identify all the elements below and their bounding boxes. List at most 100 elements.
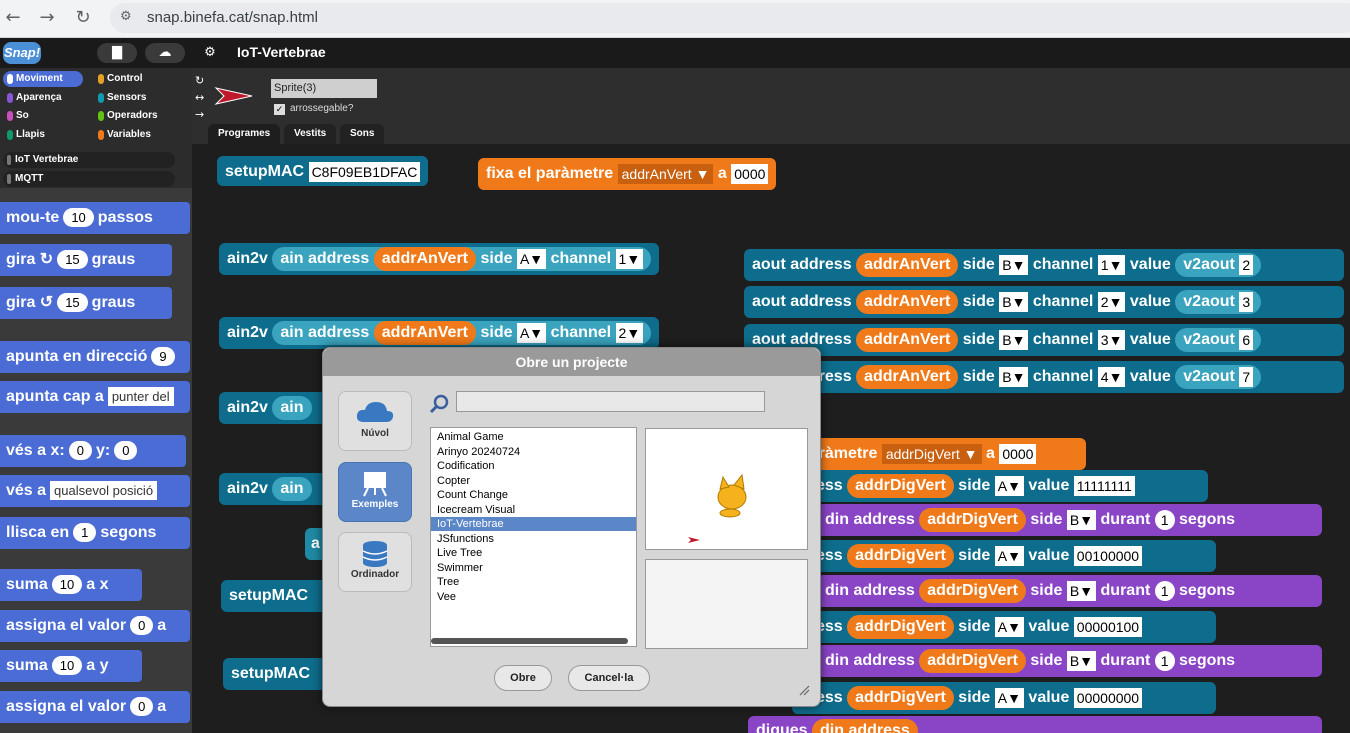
block-set-x[interactable]: assigna el valor 0 a [0, 610, 190, 642]
block-dropdown[interactable]: punter del [107, 387, 174, 407]
side-dropdown[interactable]: B▼ [1066, 580, 1097, 601]
value-input[interactable]: 11111111 [1073, 475, 1135, 496]
side-dropdown[interactable]: A▼ [516, 322, 547, 343]
block-glide[interactable]: llisca en 1 segons [0, 517, 190, 549]
block-input[interactable]: 0 [68, 441, 92, 461]
project-list-item[interactable]: JSfunctions [431, 532, 636, 546]
block-point-direction[interactable]: apunta en direcció 9 [0, 341, 190, 373]
channel-dropdown[interactable]: 2▼ [615, 322, 644, 343]
project-search-input[interactable] [456, 391, 765, 412]
mac-input[interactable]: C8F09EB1DFAC [308, 161, 421, 182]
category-operadors[interactable]: Operadors [94, 108, 174, 124]
list-scrollbar[interactable] [431, 638, 628, 644]
ain2v-block[interactable]: ain2v ain address addrAnVert side A▼ cha… [219, 243, 660, 275]
dout-block[interactable]: dress addrDigVert side A▼ value 11111111 [792, 470, 1208, 502]
block-input[interactable]: 0 [114, 441, 138, 461]
settings-button[interactable]: ⚙ [193, 43, 227, 63]
channel-dropdown[interactable]: 4▼ [1097, 366, 1126, 387]
block-input[interactable]: 10 [63, 208, 94, 228]
block-input[interactable]: 10 [51, 656, 83, 676]
setup-mac-block[interactable]: setupMAC C8F09EB1DFAC [217, 156, 429, 186]
category-aparença[interactable]: Aparença [3, 90, 83, 106]
tab-scripts[interactable]: Programes [208, 124, 281, 144]
variable-reporter[interactable]: addrDigVert [847, 473, 954, 498]
side-dropdown[interactable]: A▼ [516, 248, 547, 269]
din-block[interactable]: din address addrDigVert side B▼ durant 1… [817, 504, 1322, 536]
channel-dropdown[interactable]: 1▼ [1097, 254, 1126, 275]
category-mqtt[interactable]: MQTT [3, 171, 175, 187]
variable-reporter[interactable]: addrDigVert [847, 543, 954, 568]
v2aout-reporter[interactable]: v2aout 3 [1175, 289, 1262, 314]
duration-input[interactable]: 1 [1154, 509, 1175, 530]
aout-block[interactable]: aout address addrAnVert side B▼ channel … [744, 249, 1344, 281]
din-block[interactable]: din address addrDigVert side B▼ durant 1… [817, 575, 1322, 607]
variable-reporter[interactable]: addrAnVert [856, 327, 959, 352]
variable-reporter[interactable]: addrDigVert [919, 578, 1026, 603]
ain-address-reporter[interactable]: ain [272, 395, 312, 420]
block-turn-left[interactable]: gira ↺ 15 graus [0, 287, 172, 319]
value-input[interactable]: 2 [1239, 254, 1254, 275]
side-dropdown[interactable]: B▼ [999, 366, 1029, 387]
duration-input[interactable]: 1 [1154, 650, 1175, 671]
variable-reporter[interactable]: addrAnVert [373, 320, 477, 345]
value-input[interactable]: 00000000 [1073, 687, 1143, 708]
block-goto-xy[interactable]: vés a x: 0 y: 0 [0, 435, 186, 467]
value-input[interactable]: 0000 [731, 163, 769, 184]
channel-dropdown[interactable]: 1▼ [615, 248, 644, 269]
forward-icon[interactable]: → [34, 5, 60, 31]
variable-dropdown[interactable]: addrDigVert ▼ [881, 443, 982, 464]
project-list-item[interactable]: Icecream Visual [431, 503, 636, 517]
dout-block[interactable]: dress addrDigVert side A▼ value 00100000 [792, 540, 1216, 572]
block-move-steps[interactable]: mou-te 10 passos [0, 202, 190, 234]
project-list-item[interactable]: Swimmer [431, 561, 636, 575]
dout-block[interactable]: dress addrDigVert side A▼ value 00000000 [792, 682, 1216, 714]
aout-block[interactable]: aout address addrAnVert side B▼ channel … [744, 286, 1344, 318]
channel-dropdown[interactable]: 2▼ [1097, 291, 1126, 312]
side-dropdown[interactable]: A▼ [994, 545, 1024, 566]
open-button[interactable]: Obre [494, 665, 552, 691]
block-point-towards[interactable]: apunta cap a punter del [0, 381, 190, 413]
channel-dropdown[interactable]: 3▼ [1097, 329, 1126, 350]
block-change-x[interactable]: suma 10 a x [0, 569, 142, 601]
project-list-item[interactable]: Vee [431, 590, 636, 604]
project-list-item[interactable]: IoT-Vertebrae [431, 517, 636, 531]
category-sensors[interactable]: Sensors [94, 90, 174, 106]
block-input[interactable]: 0 [130, 697, 154, 717]
ain-address-reporter[interactable]: ain [272, 476, 312, 501]
aout-block[interactable]: aout address addrAnVert side B▼ channel … [744, 361, 1344, 393]
category-control[interactable]: Control [94, 71, 174, 87]
block-set-y[interactable]: assigna el valor 0 a [0, 691, 190, 723]
variable-reporter[interactable]: addrDigVert [847, 614, 954, 639]
side-dropdown[interactable]: B▼ [999, 291, 1029, 312]
value-input[interactable]: 3 [1239, 291, 1254, 312]
say-block[interactable]: digues din address [748, 716, 1322, 733]
project-list-item[interactable]: Codification [431, 459, 636, 473]
category-llapis[interactable]: Llapis [3, 127, 83, 143]
side-dropdown[interactable]: A▼ [994, 475, 1024, 496]
block-input[interactable]: 10 [51, 575, 83, 595]
value-input[interactable]: 7 [1239, 366, 1254, 387]
variable-reporter[interactable]: addrAnVert [856, 252, 959, 277]
rotation-style-icons[interactable]: ↻ ↔ → [195, 72, 211, 123]
cloud-menu-button[interactable]: ☁ [145, 43, 185, 63]
block-input[interactable]: 15 [57, 250, 88, 270]
project-list-item[interactable]: Tree [431, 575, 636, 589]
reload-icon[interactable]: ↻ [70, 5, 96, 31]
cancel-button[interactable]: Cancel·la [568, 665, 650, 691]
block-input[interactable]: 15 [57, 293, 88, 313]
tab-sounds[interactable]: Sons [340, 124, 385, 144]
source-cloud-button[interactable]: Núvol [338, 391, 412, 451]
din-reporter[interactable]: din address [812, 719, 918, 733]
block-input[interactable]: 0 [130, 616, 154, 636]
side-dropdown[interactable]: B▼ [1066, 650, 1097, 671]
sprite-name-field[interactable]: Sprite(3) [271, 79, 377, 98]
file-menu-button[interactable]: ▇ [97, 43, 137, 63]
category-variables[interactable]: Variables [94, 127, 174, 143]
variable-reporter[interactable]: addrAnVert [373, 246, 477, 271]
value-input[interactable]: 00000100 [1073, 616, 1143, 637]
category-so[interactable]: So [3, 108, 83, 124]
variable-reporter[interactable]: addrDigVert [847, 685, 954, 710]
block-input[interactable]: 1 [73, 523, 97, 543]
category-iot-vertebrae[interactable]: IoT Vertebrae [3, 152, 175, 168]
set-parameter-block[interactable]: fixa el paràmetre addrAnVert ▼ a 0000 [478, 158, 777, 190]
